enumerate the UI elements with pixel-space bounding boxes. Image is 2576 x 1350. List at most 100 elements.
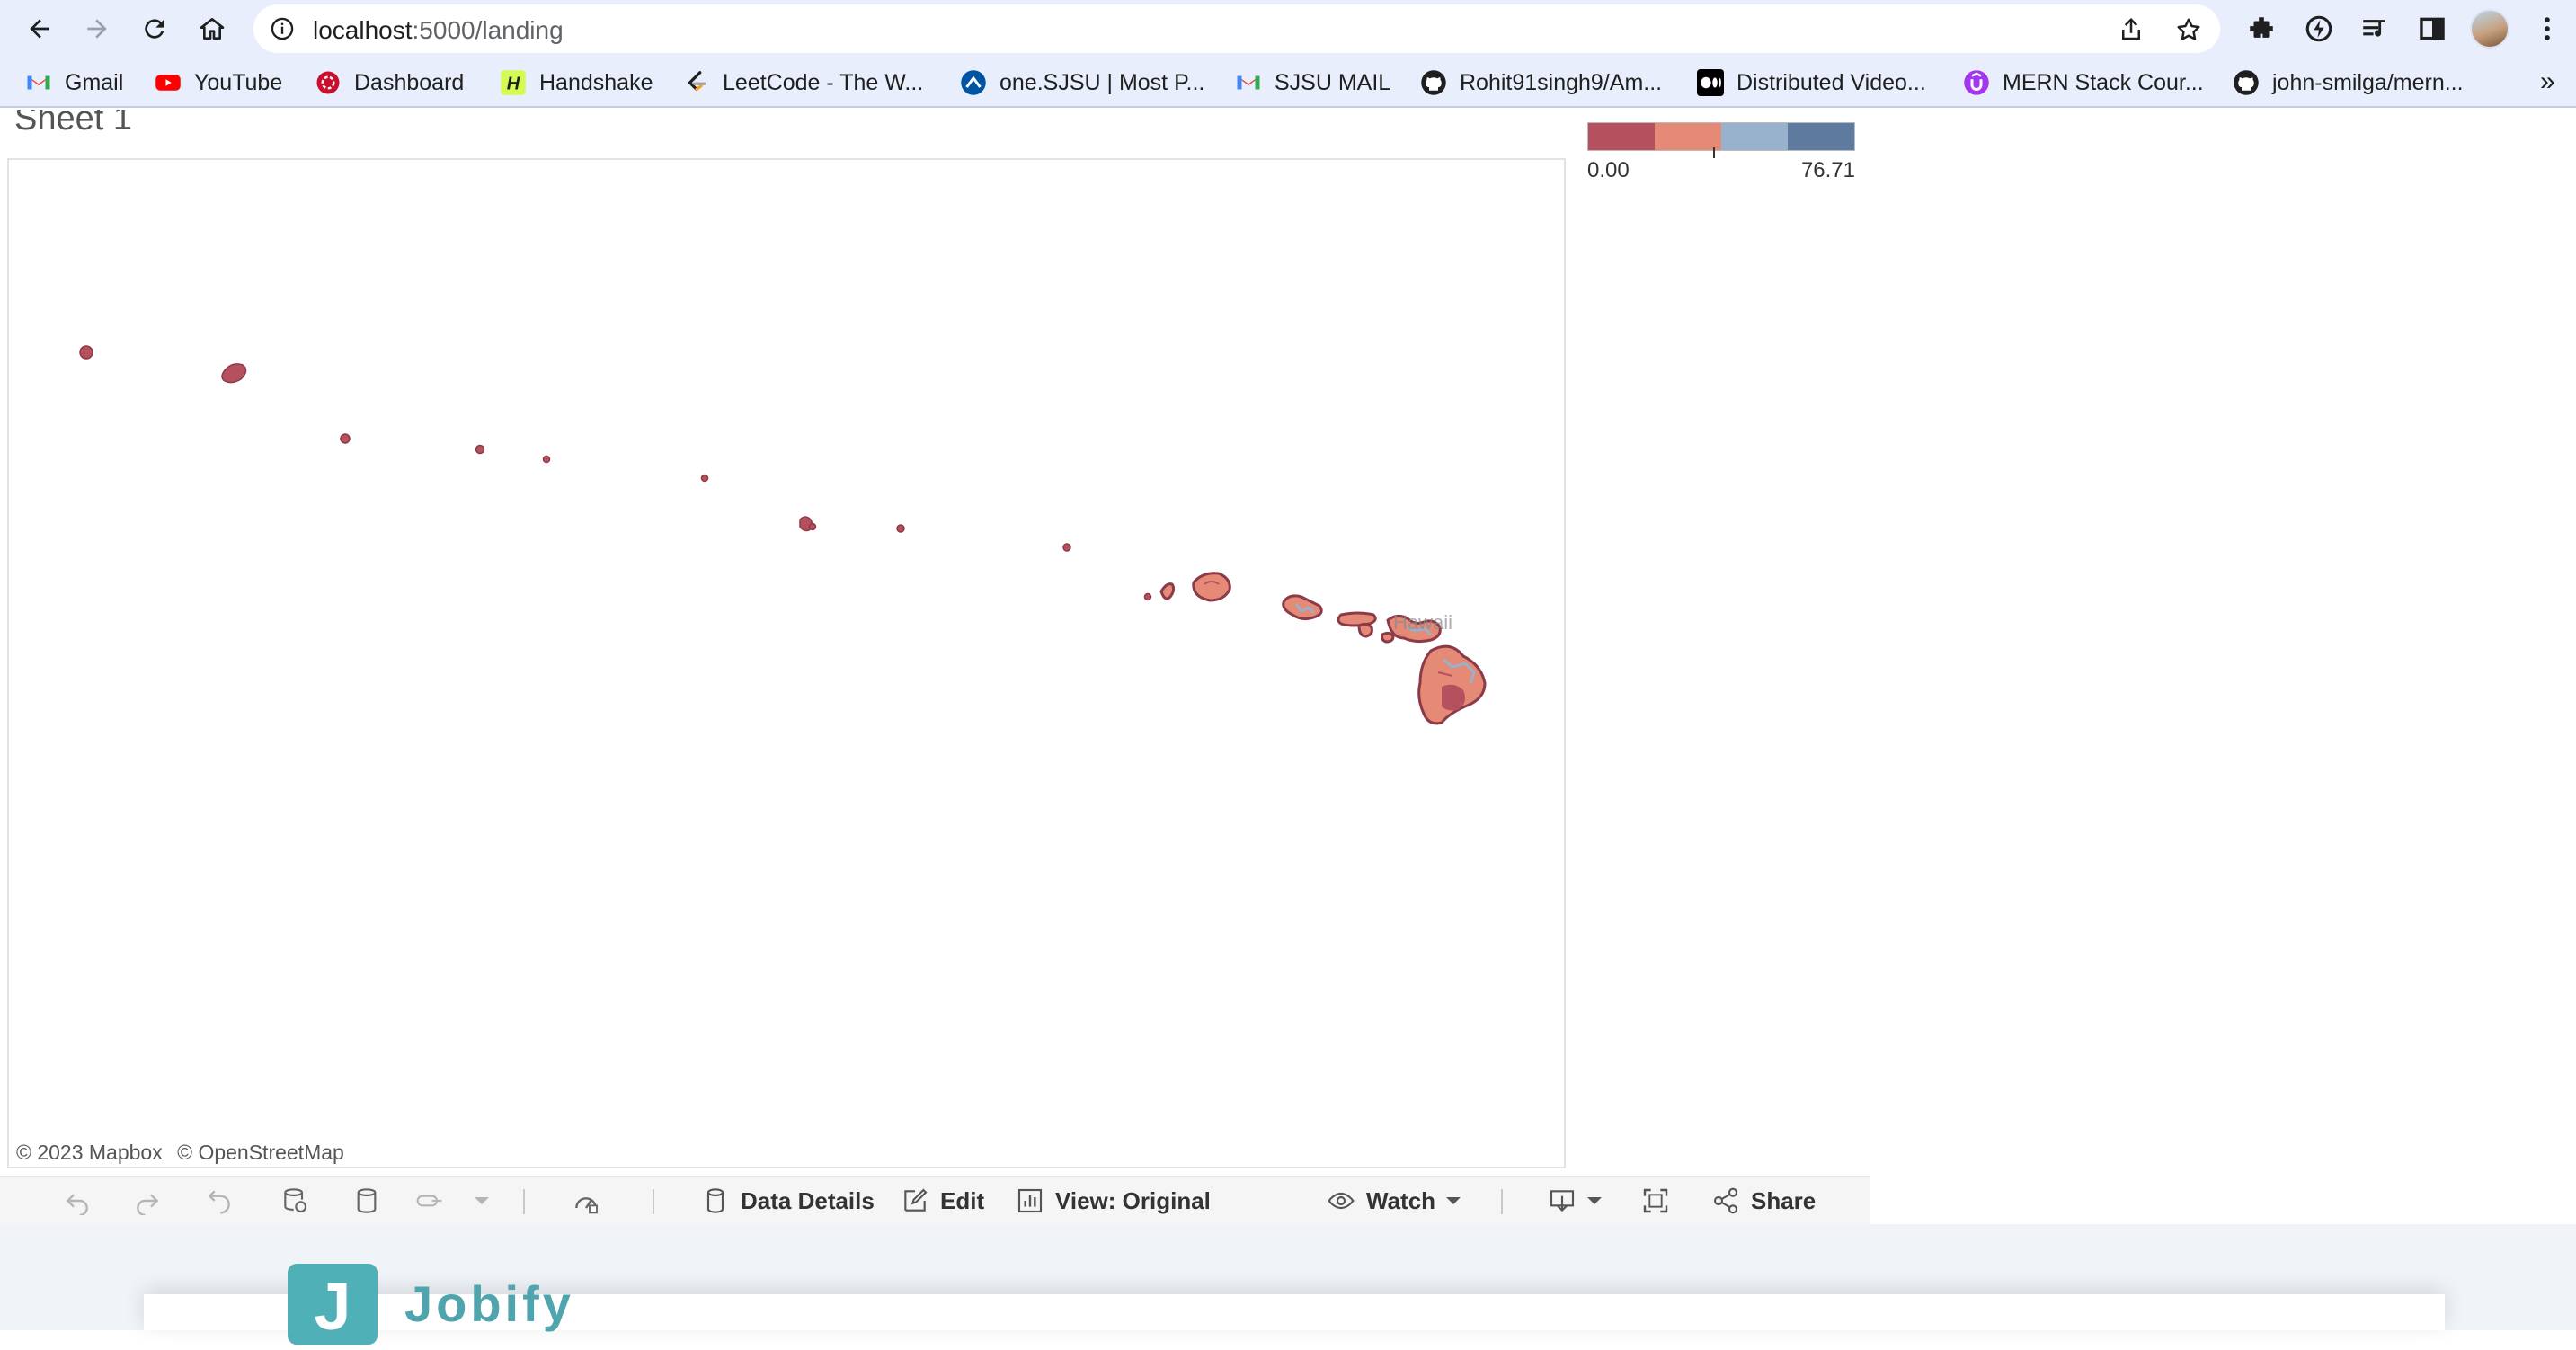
- bookmark-leetcode[interactable]: LeetCode - The W...: [683, 67, 923, 99]
- fullscreen-icon: [1643, 1188, 1668, 1213]
- mapbox-attribution-link[interactable]: © 2023 Mapbox: [16, 1141, 163, 1164]
- database-refresh-icon: [284, 1188, 307, 1213]
- legend-swatch: [1655, 123, 1721, 150]
- legend-max-value: 76.71: [1800, 158, 1855, 182]
- share-label: Share: [1751, 1186, 1817, 1214]
- map-state-label: Hawaii: [1393, 611, 1452, 634]
- bookmark-label: SJSU MAIL: [1275, 69, 1391, 95]
- reload-icon: [145, 19, 164, 39]
- refresh-data-button[interactable]: [280, 1184, 309, 1218]
- forward-button[interactable]: [76, 7, 119, 50]
- bookmark-mern-stack[interactable]: MERN Stack Cour...: [1963, 67, 2204, 99]
- caret-down-icon: [1446, 1197, 1461, 1204]
- bookmark-handshake[interactable]: H Handshake: [500, 67, 653, 99]
- bookmark-label: MERN Stack Cour...: [2003, 69, 2204, 95]
- profile-avatar[interactable]: [2470, 9, 2509, 49]
- map-view[interactable]: Hawaii © 2023 Mapbox © OpenStreetMap: [7, 158, 1566, 1168]
- address-bar[interactable]: localhost:5000/landing: [253, 4, 2220, 53]
- legend-color-bar: [1587, 122, 1855, 151]
- legend-swatch: [1721, 123, 1788, 150]
- bookmark-dashboard[interactable]: Dashboard: [315, 67, 464, 99]
- extensions-icon[interactable]: [2245, 13, 2278, 45]
- toolbar-divider: [523, 1189, 525, 1214]
- svg-text:H: H: [507, 75, 520, 94]
- pause-updates-button[interactable]: [352, 1184, 381, 1218]
- redo-icon: [137, 1194, 159, 1215]
- download-button[interactable]: [1548, 1184, 1609, 1218]
- hawaii-map[interactable]: Hawaii: [9, 160, 1564, 1167]
- replay-icon: [416, 1195, 442, 1207]
- edit-button[interactable]: Edit: [901, 1184, 984, 1218]
- gmail-icon: [25, 69, 52, 96]
- share-button[interactable]: Share: [1711, 1184, 1816, 1218]
- side-panel-icon[interactable]: [2416, 13, 2448, 45]
- undo-icon: [66, 1194, 88, 1215]
- northwestern-islands: [79, 345, 1152, 601]
- cylinder-icon: [706, 1188, 724, 1213]
- bookmark-star-icon[interactable]: [2175, 16, 2202, 43]
- bookmark-gmail[interactable]: Gmail: [25, 67, 123, 99]
- metrics-button[interactable]: [572, 1184, 600, 1218]
- replay-dropdown-button[interactable]: [467, 1184, 496, 1218]
- watch-button[interactable]: Watch: [1327, 1184, 1468, 1218]
- url-text: localhost:5000/landing: [313, 16, 564, 45]
- home-button[interactable]: [191, 7, 234, 50]
- gmail-icon: [1235, 69, 1262, 96]
- github-icon: [1420, 69, 1447, 96]
- sjsu-icon: [960, 69, 987, 96]
- youtube-icon: [155, 69, 182, 96]
- watch-label: Watch: [1366, 1186, 1436, 1214]
- bookmark-github-smilga[interactable]: john-smilga/mern...: [2233, 67, 2464, 99]
- gauge-icon: [575, 1197, 598, 1214]
- jobify-logo-text: Jobify: [404, 1275, 574, 1332]
- bookmark-github-rohit[interactable]: Rohit91singh9/Am...: [1420, 67, 1662, 99]
- bookmark-label: Handshake: [539, 69, 653, 95]
- media-control-icon[interactable]: [2358, 13, 2391, 45]
- tableau-viz: Sheet 1 Hawaii © 2023 Mapbox © OpenStree…: [0, 110, 1870, 1176]
- toolbar-right-blank: [1870, 1176, 2576, 1224]
- jobify-logo-mark: J: [288, 1264, 378, 1345]
- redo-button[interactable]: [133, 1184, 162, 1218]
- edit-label: Edit: [940, 1186, 985, 1214]
- undo-button[interactable]: [63, 1184, 92, 1218]
- view-label: View: Original: [1055, 1186, 1211, 1214]
- bookmark-sjsu-mail[interactable]: SJSU MAIL: [1235, 67, 1390, 99]
- browser-toolbar: localhost:5000/landing: [0, 0, 2576, 58]
- bookmark-one-sjsu[interactable]: one.SJSU | Most P...: [960, 67, 1204, 99]
- leetcode-icon: [683, 69, 710, 96]
- bookmark-label: LeetCode - The W...: [723, 69, 924, 95]
- legend-tick: [1713, 147, 1715, 158]
- udemy-icon: [1963, 69, 1990, 96]
- legend-swatch: [1588, 123, 1655, 150]
- fullscreen-button[interactable]: [1641, 1184, 1670, 1218]
- bookmark-label: Rohit91singh9/Am...: [1460, 69, 1663, 95]
- bookmark-youtube[interactable]: YouTube: [155, 67, 282, 99]
- reload-button[interactable]: [133, 7, 176, 50]
- bookmark-label: john-smilga/mern...: [2272, 69, 2464, 95]
- back-button[interactable]: [18, 7, 61, 50]
- data-details-button[interactable]: Data Details: [701, 1184, 875, 1218]
- caret-down-icon: [1587, 1197, 1602, 1204]
- bookmark-distributed-video[interactable]: Distributed Video...: [1697, 67, 1926, 99]
- bookmarks-bar: Gmail YouTube Dashboard H Handshake Leet…: [0, 58, 2576, 108]
- performance-icon[interactable]: [2303, 13, 2335, 45]
- download-icon: [1550, 1190, 1575, 1212]
- view-original-button[interactable]: View: Original: [1016, 1184, 1211, 1218]
- revert-button[interactable]: [205, 1184, 234, 1218]
- main-islands: [1159, 572, 1487, 725]
- edit-pencil-icon: [904, 1188, 928, 1212]
- info-icon[interactable]: [270, 16, 295, 41]
- caret-down-icon: [475, 1197, 489, 1204]
- replay-animation-button[interactable]: [415, 1184, 444, 1218]
- arrow-left-icon: [30, 19, 49, 39]
- medium-icon: [1697, 69, 1724, 96]
- bookmark-label: Distributed Video...: [1737, 69, 1926, 95]
- bar-chart-icon: [1017, 1188, 1043, 1213]
- toolbar-divider: [1501, 1189, 1503, 1214]
- share-page-icon[interactable]: [2118, 16, 2145, 43]
- more-bookmarks-button[interactable]: »: [2540, 67, 2555, 97]
- osm-attribution-link[interactable]: © OpenStreetMap: [177, 1141, 344, 1164]
- menu-kebab-icon[interactable]: [2531, 13, 2563, 45]
- sheet-title: Sheet 1: [14, 110, 132, 138]
- bookmark-label: one.SJSU | Most P...: [999, 69, 1205, 95]
